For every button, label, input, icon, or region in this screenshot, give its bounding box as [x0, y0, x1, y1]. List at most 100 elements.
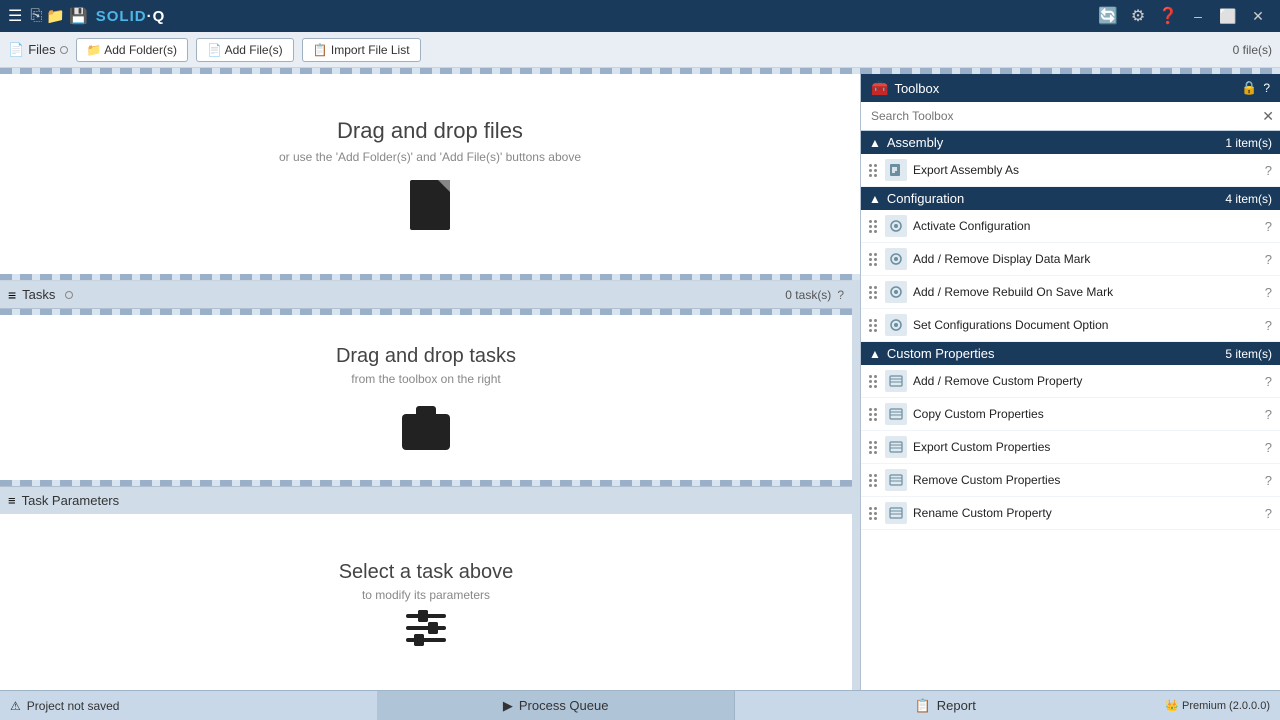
task-params-container: ≡ Task Parameters Select a task above to… [0, 486, 852, 691]
premium-icon: 👑 [1165, 700, 1179, 712]
export-assembly-label: Export Assembly As [913, 163, 1259, 177]
customprop-section-label: Custom Properties [887, 346, 1219, 361]
assembly-section-label: Assembly [887, 135, 1219, 150]
toolbox-item-set-config-doc[interactable]: Set Configurations Document Option ? [861, 309, 1280, 342]
tasks-section: ≡ Tasks 0 task(s) ? Drag and drop tasks … [0, 280, 852, 486]
file-count: 0 file(s) [1233, 43, 1272, 57]
drag-handle [869, 507, 877, 520]
export-assembly-icon [885, 159, 907, 181]
search-input[interactable] [867, 106, 1262, 126]
toolbox-item-export-customprop[interactable]: Export Custom Properties ? [861, 431, 1280, 464]
tasks-drop-subtitle: from the toolbox on the right [351, 372, 500, 386]
refresh-icon[interactable]: 🔄 [1094, 2, 1122, 30]
files-status-dot [60, 46, 68, 54]
nav-icons: ⎘ 📁 💾 [30, 7, 87, 25]
assembly-item-count: 1 item(s) [1225, 136, 1272, 150]
help-icon[interactable]: ❓ [1154, 2, 1182, 30]
tasks-drop-title: Drag and drop tasks [336, 345, 516, 368]
play-icon: ▶ [503, 698, 513, 714]
set-config-doc-label: Set Configurations Document Option [913, 318, 1259, 332]
add-remove-customprop-icon [885, 370, 907, 392]
export-customprop-icon [885, 436, 907, 458]
report-label: Report [937, 698, 976, 713]
select-task-title: Select a task above [339, 561, 514, 584]
toolbox-search-bar: ✕ [861, 102, 1280, 131]
lower-left: ≡ Tasks 0 task(s) ? Drag and drop tasks … [0, 280, 852, 690]
set-config-doc-icon [885, 314, 907, 336]
toolbar: 📄 Files 📁 Add Folder(s) 📄 Add File(s) 📋 … [0, 32, 1280, 68]
window-controls: 🔄 ⚙ ❓ – ⬜ ✕ [1094, 2, 1272, 30]
toolbox-item-add-remove-rebuild[interactable]: Add / Remove Rebuild On Save Mark ? [861, 276, 1280, 309]
add-remove-customprop-help[interactable]: ? [1265, 374, 1272, 389]
search-close-icon[interactable]: ✕ [1262, 108, 1274, 125]
drag-handle [869, 286, 877, 299]
lock-icon[interactable]: 🔒 [1241, 80, 1257, 96]
toolbox-item-add-remove-customprop[interactable]: Add / Remove Custom Property ? [861, 365, 1280, 398]
activate-config-label: Activate Configuration [913, 219, 1259, 233]
customprop-section-header[interactable]: ▲ Custom Properties 5 item(s) [861, 342, 1280, 365]
add-remove-customprop-label: Add / Remove Custom Property [913, 374, 1259, 388]
assembly-section-header[interactable]: ▲ Assembly 1 item(s) [861, 131, 1280, 154]
rename-customprop-help[interactable]: ? [1265, 506, 1272, 521]
drag-handle [869, 375, 877, 388]
toolbox-item-rename-customprop[interactable]: Rename Custom Property ? [861, 497, 1280, 530]
copy-customprop-help[interactable]: ? [1265, 407, 1272, 422]
params-icon: ≡ [8, 493, 16, 508]
process-queue-button[interactable]: ▶ Process Queue [377, 691, 735, 720]
toolbox-item-copy-customprop[interactable]: Copy Custom Properties ? [861, 398, 1280, 431]
back-icon[interactable]: ⎘ [30, 7, 42, 25]
files-drop-zone[interactable]: Drag and drop files or use the 'Add Fold… [0, 74, 860, 274]
toolbox-help-icon[interactable]: ? [1263, 81, 1270, 95]
toolbox-item-remove-customprop[interactable]: Remove Custom Properties ? [861, 464, 1280, 497]
remove-customprop-help[interactable]: ? [1265, 473, 1272, 488]
export-assembly-help[interactable]: ? [1265, 163, 1272, 178]
minimize-button[interactable]: – [1184, 2, 1212, 30]
add-folder-button[interactable]: 📁 Add Folder(s) [76, 38, 188, 62]
toolbox-handle-icon [416, 406, 436, 416]
toolbox-suitcase-icon: 🧰 [871, 80, 888, 97]
tasks-scrollbar[interactable] [852, 280, 860, 690]
menu-icon[interactable]: ☰ [8, 6, 22, 26]
config-section-label: Configuration [887, 191, 1219, 206]
settings-icon[interactable]: ⚙ [1124, 2, 1152, 30]
task-params-title: Task Parameters [22, 493, 120, 508]
customprop-item-count: 5 item(s) [1225, 347, 1272, 361]
add-remove-rebuild-icon [885, 281, 907, 303]
configuration-section-header[interactable]: ▲ Configuration 4 item(s) [861, 187, 1280, 210]
drag-handle [869, 253, 877, 266]
add-remove-rebuild-help[interactable]: ? [1265, 285, 1272, 300]
remove-customprop-icon [885, 469, 907, 491]
task-params-section: Select a task above to modify its parame… [0, 514, 852, 691]
add-remove-display-help[interactable]: ? [1265, 252, 1272, 267]
report-button[interactable]: 📋 Report [735, 691, 1155, 720]
folder-icon[interactable]: 📁 [46, 7, 65, 25]
close-button[interactable]: ✕ [1244, 2, 1272, 30]
add-file-button[interactable]: 📄 Add File(s) [196, 38, 294, 62]
file-drop-icon [410, 180, 450, 230]
toolbox-title: Toolbox [894, 81, 939, 96]
activate-config-help[interactable]: ? [1265, 219, 1272, 234]
import-file-list-button[interactable]: 📋 Import File List [302, 38, 421, 62]
sliders-icon [406, 614, 446, 642]
tasks-drop-zone[interactable]: Drag and drop tasks from the toolbox on … [0, 315, 852, 480]
toolbox-item-activate-config[interactable]: Activate Configuration ? [861, 210, 1280, 243]
set-config-doc-help[interactable]: ? [1265, 318, 1272, 333]
restore-button[interactable]: ⬜ [1214, 2, 1242, 30]
tasks-header: ≡ Tasks 0 task(s) ? [0, 281, 852, 309]
toolbox-item-add-remove-display[interactable]: Add / Remove Display Data Mark ? [861, 243, 1280, 276]
tasks-icon: ≡ [8, 287, 16, 303]
toolbox-drop-icon [402, 414, 450, 450]
task-params-header: ≡ Task Parameters [0, 486, 852, 514]
save-icon[interactable]: 💾 [69, 7, 88, 25]
tasks-title: Tasks [22, 287, 55, 302]
premium-text: Premium (2.0.0.0) [1182, 700, 1270, 712]
lower-section: ≡ Tasks 0 task(s) ? Drag and drop tasks … [0, 280, 860, 690]
task-count: 0 task(s) [785, 288, 831, 302]
toolbox-item-export-assembly[interactable]: Export Assembly As ? [861, 154, 1280, 187]
export-customprop-help[interactable]: ? [1265, 440, 1272, 455]
add-remove-rebuild-label: Add / Remove Rebuild On Save Mark [913, 285, 1259, 299]
report-icon: 📋 [915, 698, 931, 714]
tasks-help-icon[interactable]: ? [837, 288, 844, 302]
toolbox-panel: 🧰 Toolbox 🔒 ? ✕ ▲ Assembly 1 item(s) [860, 74, 1280, 690]
drag-handle [869, 164, 877, 177]
